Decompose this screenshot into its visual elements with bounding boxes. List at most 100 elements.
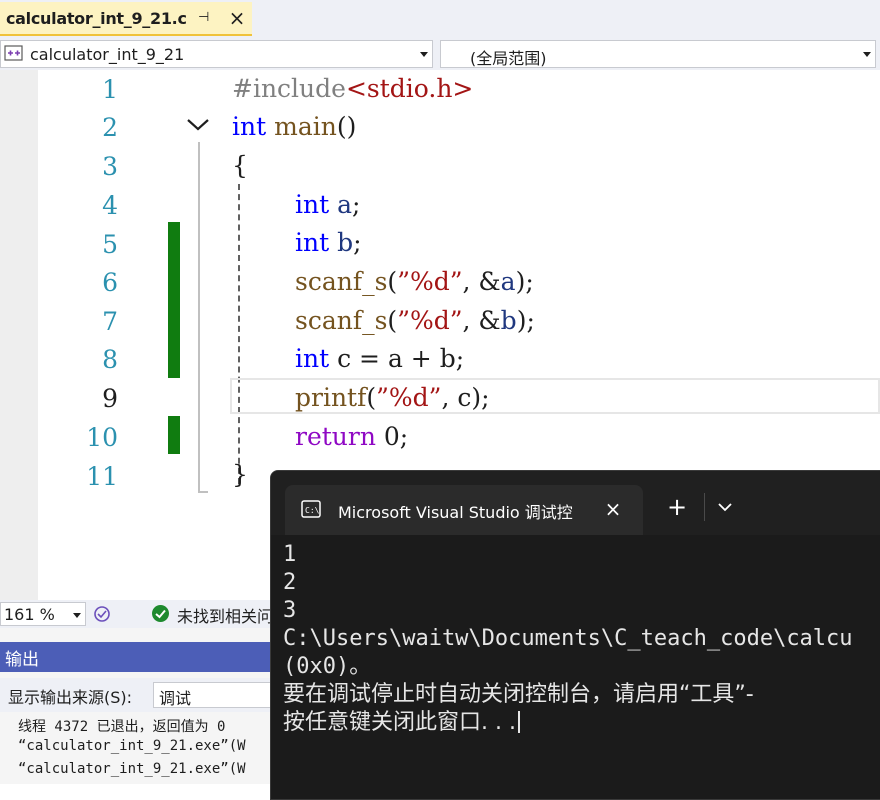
expression: c = a + b; xyxy=(337,344,465,373)
output-panel-title: 输出 xyxy=(5,650,39,670)
console-prompt-text: 按任意键关闭此窗口. . . xyxy=(283,710,516,735)
keyword: int xyxy=(295,228,330,257)
line-number: 8 xyxy=(102,345,118,374)
chevron-down-icon xyxy=(73,613,81,618)
indent-guide xyxy=(238,184,240,484)
output-line: “calculator_int_9_21.exe”(W xyxy=(18,761,246,777)
console-line: 3 xyxy=(283,598,297,623)
output-source-label: 显示输出来源(S): xyxy=(8,688,133,707)
scope-value: calculator_int_9_21 xyxy=(30,45,185,64)
check-circle-icon xyxy=(152,605,169,622)
new-tab-icon[interactable]: + xyxy=(665,495,689,519)
code-line-9: printf(”%d”, c); xyxy=(295,379,490,417)
code-line-6: scanf_s(”%d”, &a); xyxy=(295,263,534,301)
tab-title: calculator_int_9_21.c xyxy=(6,9,187,28)
line-number: 2 xyxy=(102,113,118,142)
punctuation: ( xyxy=(387,306,398,335)
console-line: 1 xyxy=(283,542,297,567)
pin-icon[interactable]: ⊣ xyxy=(198,10,209,25)
punctuation: ( xyxy=(387,267,398,296)
indicator-margin xyxy=(0,70,38,600)
punctuation: , c); xyxy=(441,383,490,412)
console-line: C:\Users\waitw\Documents\C_teach_code\ca… xyxy=(283,626,853,651)
line-number: 7 xyxy=(102,307,118,336)
line-number: 6 xyxy=(102,268,118,297)
zoom-value: 161 % xyxy=(4,605,55,624)
fold-region-line xyxy=(198,142,200,492)
brace: { xyxy=(232,151,248,180)
document-tab[interactable]: calculator_int_9_21.c ⊣ × xyxy=(0,2,252,36)
keyword: int xyxy=(295,190,330,219)
code-line-3: { xyxy=(232,147,248,185)
svg-text:C:\: C:\ xyxy=(305,506,320,515)
function-scope-value: (全局范围) xyxy=(470,49,547,68)
preprocessor-directive: #include xyxy=(232,74,346,103)
output-source-dropdown[interactable]: 调试 xyxy=(153,682,283,708)
output-source-value: 调试 xyxy=(159,689,192,708)
punctuation: ; xyxy=(352,190,361,219)
code-line-1: #include<stdio.h> xyxy=(232,70,473,108)
console-line: (0x0)。 xyxy=(283,654,372,679)
code-line-11: } xyxy=(232,456,248,494)
expression: 0; xyxy=(383,422,409,451)
punctuation: () xyxy=(336,112,357,141)
intellicode-icon[interactable] xyxy=(92,604,112,624)
project-scope-icon xyxy=(4,45,23,61)
keyword: int xyxy=(295,344,330,373)
string-literal: ”%d” xyxy=(376,383,442,412)
console-tab-title: Microsoft Visual Studio 调试控 xyxy=(338,503,573,522)
terminal-icon: C:\ xyxy=(301,500,321,518)
variable: b xyxy=(500,306,517,335)
document-tab-strip: calculator_int_9_21.c ⊣ × xyxy=(0,0,880,38)
tab-close-icon[interactable]: × xyxy=(227,6,247,30)
fold-region-end xyxy=(198,491,208,493)
change-tracking-bar xyxy=(168,222,180,378)
function-name: scanf_s xyxy=(295,306,388,335)
brace: } xyxy=(232,460,248,489)
line-number: 3 xyxy=(102,152,118,181)
string-literal: ”%d” xyxy=(397,267,463,296)
titlebar-divider xyxy=(704,493,705,521)
collapse-chevron-icon[interactable] xyxy=(186,113,210,137)
zoom-dropdown[interactable]: 161 % xyxy=(0,602,86,626)
line-number: 1 xyxy=(102,75,118,104)
punctuation: , & xyxy=(462,306,501,335)
line-number: 4 xyxy=(102,191,118,220)
chevron-down-icon xyxy=(420,52,428,57)
line-number: 11 xyxy=(86,462,118,491)
code-line-8: int c = a + b; xyxy=(295,340,464,378)
punctuation: ); xyxy=(516,306,535,335)
navigation-bar: calculator_int_9_21 (全局范围) xyxy=(0,38,880,70)
output-line: 线程 4372 已退出，返回值为 0 xyxy=(18,719,226,735)
include-path: <stdio.h> xyxy=(345,74,474,103)
text-cursor xyxy=(517,711,520,733)
punctuation: ); xyxy=(515,267,534,296)
variable: b xyxy=(337,228,354,257)
line-number: 5 xyxy=(102,230,118,259)
function-name: main xyxy=(274,112,337,141)
line-number: 10 xyxy=(86,423,118,452)
issues-status-text[interactable]: 未找到相关问 xyxy=(177,603,273,627)
function-name: printf xyxy=(295,383,367,412)
debug-console-window[interactable]: C:\ Microsoft Visual Studio 调试控 × + 1 2 … xyxy=(270,470,880,800)
function-name: scanf_s xyxy=(295,267,388,296)
close-tab-icon[interactable]: × xyxy=(601,497,625,521)
code-line-2: int main() xyxy=(232,108,356,146)
punctuation: ; xyxy=(353,228,362,257)
chevron-down-icon xyxy=(863,52,871,57)
code-line-4: int a; xyxy=(295,186,360,224)
function-scope-dropdown[interactable]: (全局范围) xyxy=(440,40,876,68)
code-line-7: scanf_s(”%d”, &b); xyxy=(295,302,535,340)
output-line: “calculator_int_9_21.exe”(W xyxy=(18,738,246,754)
string-literal: ”%d” xyxy=(397,306,463,335)
variable: a xyxy=(337,190,353,219)
console-titlebar: C:\ Microsoft Visual Studio 调试控 × + xyxy=(271,471,880,535)
code-line-10: return 0; xyxy=(295,418,408,456)
change-tracking-bar xyxy=(168,416,180,454)
keyword-return: return xyxy=(295,422,376,451)
console-tab[interactable]: C:\ Microsoft Visual Studio 调试控 × xyxy=(285,485,643,535)
chevron-down-icon[interactable] xyxy=(715,497,735,517)
project-scope-dropdown[interactable]: calculator_int_9_21 xyxy=(0,40,433,68)
console-line: 要在调试停止时自动关闭控制台，请启用“工具”- xyxy=(283,682,754,707)
console-line-prompt: 按任意键关闭此窗口. . . xyxy=(283,709,520,737)
